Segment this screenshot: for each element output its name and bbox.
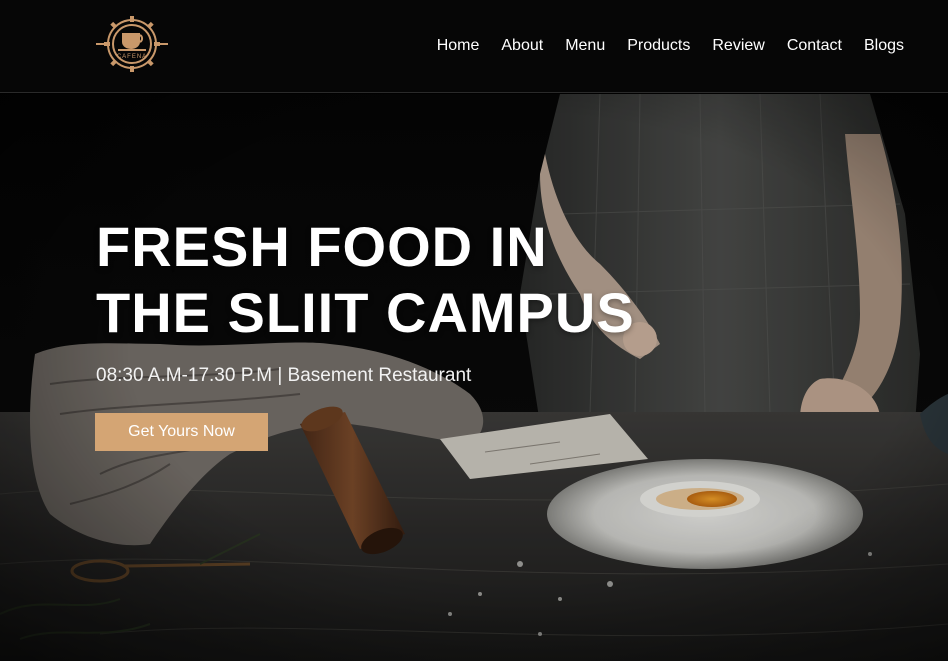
page: CAFENA Home About Menu Products Review C… [0,0,948,661]
nav-contact[interactable]: Contact [787,36,842,56]
nav-products[interactable]: Products [627,36,690,56]
get-yours-now-button[interactable]: Get Yours Now [95,413,268,451]
site-header: CAFENA Home About Menu Products Review C… [0,0,948,93]
hero-title-line-1: FRESH FOOD IN [96,215,548,278]
hero-title-line-2: THE SLIIT CAMPUS [96,281,635,344]
nav-review[interactable]: Review [712,36,764,56]
svg-text:CAFENA: CAFENA [117,54,147,60]
main-nav: Home About Menu Products Review Contact … [437,36,904,56]
hero-subtitle: 08:30 A.M-17.30 P.M | Basement Restauran… [96,365,472,386]
hero-title: FRESH FOOD IN THE SLIIT CAMPUS [96,214,736,346]
cafena-logo[interactable]: CAFENA [94,13,170,75]
nav-about[interactable]: About [501,36,543,56]
coffee-cup-gear-icon: CAFENA [96,16,168,72]
nav-menu[interactable]: Menu [565,36,605,56]
hero-section: FRESH FOOD IN THE SLIIT CAMPUS 08:30 A.M… [0,94,948,661]
nav-home[interactable]: Home [437,36,480,56]
nav-blogs[interactable]: Blogs [864,36,904,56]
